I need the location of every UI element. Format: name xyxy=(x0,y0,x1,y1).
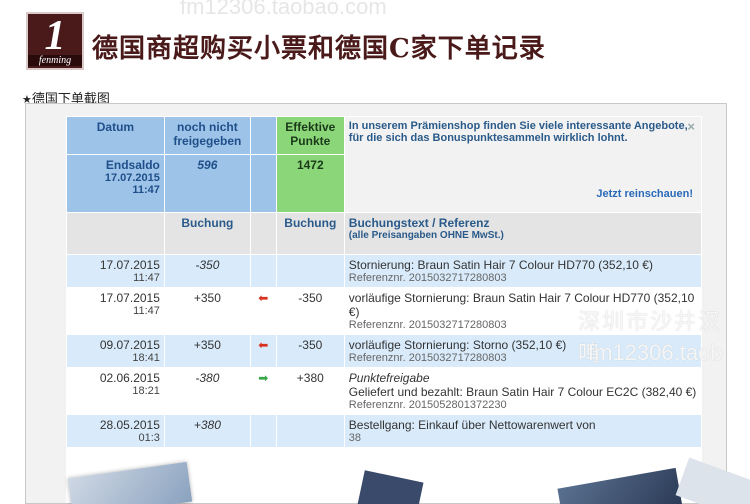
info-text: In unserem Prämienshop finden Sie viele … xyxy=(348,120,688,144)
row-date: 02.06.2015 18:21 xyxy=(66,367,165,415)
row-text: Punktefreigabe Geliefert und bezahlt: Bra… xyxy=(343,367,702,415)
col-date-blank xyxy=(66,212,165,255)
row-buchung2: +380 xyxy=(275,367,345,415)
page-title: 德国商超购买小票和德国C家下单记录 xyxy=(92,34,546,64)
noch-value: 596 xyxy=(163,154,251,213)
table-row: 17.07.2015 11:47 -350 Stornierung: Braun … xyxy=(66,254,702,288)
row-buchung2 xyxy=(275,254,345,288)
row-arrow xyxy=(249,414,277,448)
row-date: 09.07.2015 18:41 xyxy=(66,334,165,368)
summary-header-row: Datum noch nicht freigegeben Effektive P… xyxy=(66,116,702,213)
col-buchungstext-title: Buchungstext / Referenz xyxy=(348,216,490,230)
watermark-top: fm12306.taobao.com xyxy=(180,0,387,19)
row-arrow xyxy=(249,254,277,288)
points-table: Datum noch nicht freigegeben Effektive P… xyxy=(66,116,702,448)
col-datum: Datum xyxy=(66,116,165,155)
row-date: 28.05.2015 01:3 xyxy=(66,414,165,448)
col-buchung-2: Buchung xyxy=(275,212,345,255)
close-icon[interactable]: × xyxy=(687,119,695,134)
shop-link[interactable]: Jetzt reinschauen! xyxy=(596,188,693,200)
value-spacer xyxy=(249,154,277,213)
row-buchung2 xyxy=(275,414,345,448)
page-header: fm12306.taobao.com 1 fenming 德国商超购买小票和德国… xyxy=(0,0,750,82)
table-row: 28.05.2015 01:3 +380 Bestellgang: Einkauf… xyxy=(66,414,702,448)
red-arrow-icon: ⬅ xyxy=(249,287,277,335)
row-buchung: +350 xyxy=(163,334,251,368)
red-arrow-icon: ⬅ xyxy=(249,334,277,368)
row-buchung2: -350 xyxy=(275,334,345,368)
row-buchung: -380 xyxy=(163,367,251,415)
row-buchung: +350 xyxy=(163,287,251,335)
row-buchung2: -350 xyxy=(275,287,345,335)
col-effektive: Effektive Punkte xyxy=(275,116,345,155)
table-row: 02.06.2015 18:21 -380 ➡ +380 Punktefreiga… xyxy=(66,367,702,415)
column-header-row: Buchung Buchung Buchungstext / Referenz … xyxy=(66,212,702,255)
endsaldo-cell: Endsaldo 17.07.2015 11:47 xyxy=(66,154,165,213)
logo-brand: fenming xyxy=(28,55,82,66)
row-text: Stornierung: Braun Satin Hair 7 Colour H… xyxy=(343,254,702,288)
col-arrow-blank xyxy=(249,212,277,255)
col-arrow-spacer xyxy=(249,116,277,155)
row-text: Bestellgang: Einkauf über Nettowarenwert… xyxy=(343,414,702,448)
eff-value: 1472 xyxy=(275,154,345,213)
green-arrow-icon: ➡ xyxy=(249,367,277,415)
endsaldo-date: 17.07.2015 xyxy=(104,172,160,184)
info-box: In unserem Prämienshop finden Sie viele … xyxy=(343,116,702,213)
col-buchungstext: Buchungstext / Referenz (alle Preisangab… xyxy=(343,212,702,255)
row-date: 17.07.2015 11:47 xyxy=(66,254,165,288)
watermark-url: fm12306.taob xyxy=(588,340,723,365)
endsaldo-label: Endsaldo xyxy=(105,158,160,172)
row-buchung: -350 xyxy=(163,254,251,288)
col-buchungstext-sub: (alle Preisangaben OHNE MwSt.) xyxy=(348,230,504,241)
row-date: 17.07.2015 11:47 xyxy=(66,287,165,335)
logo-number: 1 xyxy=(44,13,66,59)
col-buchung-1: Buchung xyxy=(163,212,251,255)
row-buchung: +380 xyxy=(163,414,251,448)
endsaldo-time: 11:47 xyxy=(132,184,160,196)
brand-logo: 1 fenming xyxy=(26,12,84,70)
col-noch-nicht: noch nicht freigegeben xyxy=(163,116,251,155)
screenshot-panel: Datum noch nicht freigegeben Effektive P… xyxy=(25,103,727,504)
